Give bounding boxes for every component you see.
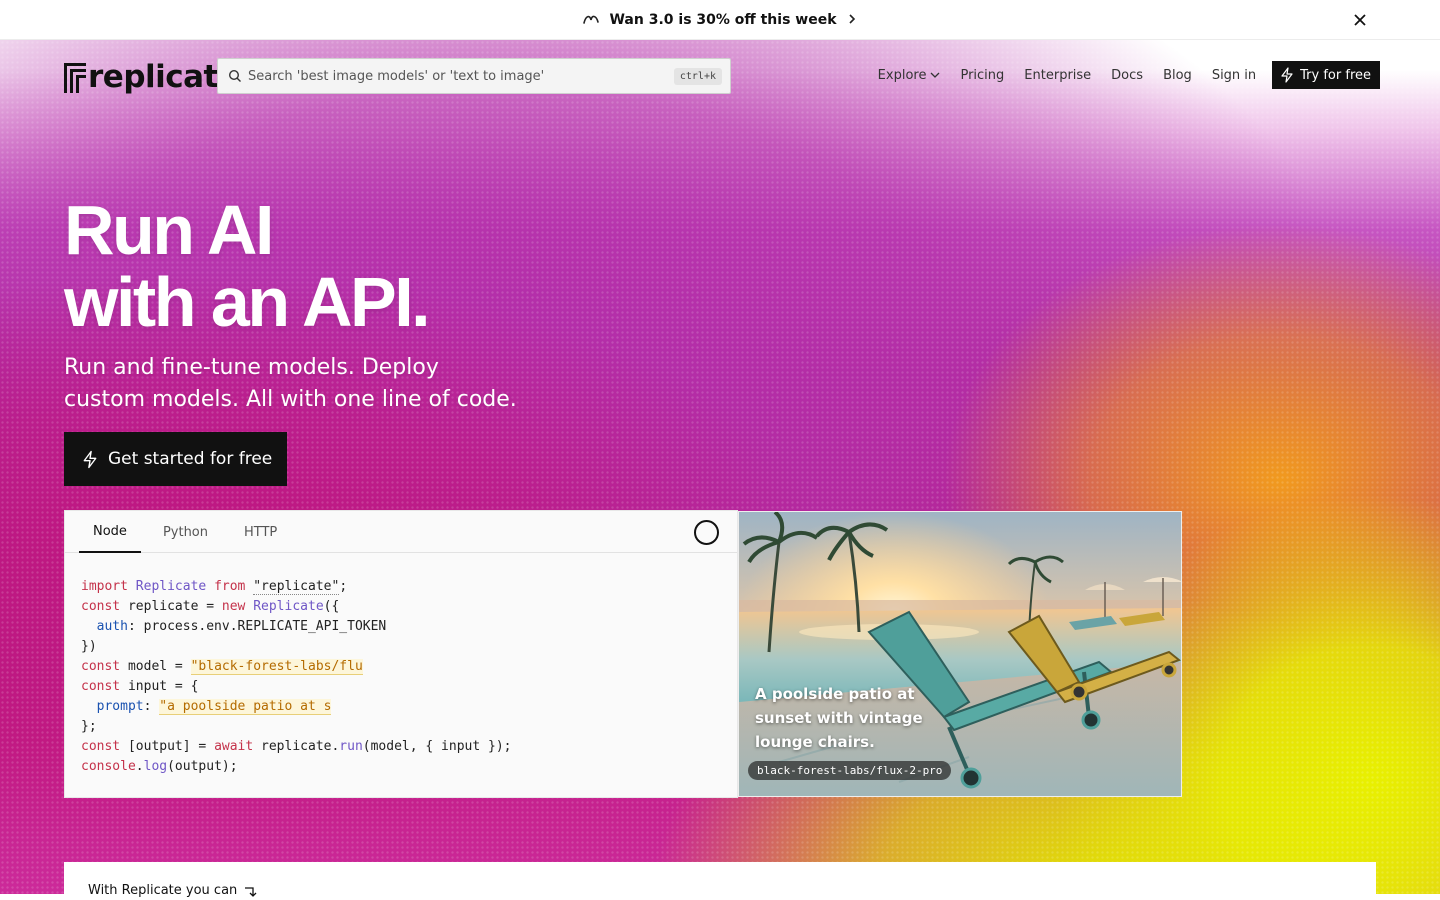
- model-string[interactable]: "black-forest-labs/flu: [190, 659, 363, 675]
- wan-logo-icon: [583, 10, 600, 29]
- hero-title: Run AI with an API.: [64, 191, 431, 341]
- model-tag[interactable]: black-forest-labs/flux-2-pro: [748, 761, 952, 780]
- nav-enterprise[interactable]: Enterprise: [1024, 68, 1091, 83]
- hero-subtitle-line-1: Run and fine-tune models. Deploy: [64, 355, 439, 380]
- nav-blog[interactable]: Blog: [1163, 68, 1192, 83]
- replicate-logo[interactable]: replicate: [64, 59, 239, 95]
- nav-links: Explore Pricing Enterprise Docs Blog Sig…: [858, 61, 1380, 89]
- code-snippet: import Replicate from "replicate"; const…: [81, 579, 512, 774]
- close-icon: [1354, 14, 1366, 26]
- chevron-down-icon: [931, 72, 940, 78]
- nav-sign-in[interactable]: Sign in: [1212, 68, 1256, 83]
- lightning-icon: [83, 450, 97, 468]
- prompt-string[interactable]: "a poolside patio at s: [159, 699, 332, 715]
- hero-subtitle-line-2: custom models. All with one line of code…: [64, 387, 517, 412]
- language-tabs: Node Python HTTP: [65, 511, 737, 553]
- close-announcement-button[interactable]: [1350, 10, 1370, 30]
- nav-pricing[interactable]: Pricing: [960, 68, 1004, 83]
- features-intro: With Replicate you can: [88, 883, 257, 898]
- features-card: With Replicate you can: [64, 862, 1376, 900]
- get-started-button[interactable]: Get started for free: [64, 432, 287, 486]
- search-shortcut-badge: ctrl+k: [673, 67, 722, 85]
- try-for-free-button[interactable]: Try for free: [1272, 61, 1380, 89]
- arrow-down-right-icon: [245, 886, 257, 897]
- replicate-logo-icon: [64, 63, 86, 93]
- chevron-right-icon: [847, 10, 857, 29]
- hero-subtitle: Run and fine-tune models. Deploy custom …: [64, 352, 584, 416]
- search-icon: [228, 69, 241, 82]
- loading-spinner-icon: [694, 520, 719, 545]
- tab-http[interactable]: HTTP: [230, 511, 291, 553]
- announcement-bar[interactable]: Wan 3.0 is 30% off this week: [0, 0, 1440, 40]
- search-input[interactable]: [248, 68, 674, 84]
- nav-explore[interactable]: Explore: [878, 68, 941, 83]
- image-caption: A poolside patio at sunset with vintage …: [755, 685, 923, 751]
- code-example-panel: Node Python HTTP import Replicate from "…: [64, 510, 738, 798]
- poolside-patio-image: [739, 512, 1181, 796]
- top-navigation: replicate ctrl+k Explore Pricing Enterpr…: [0, 40, 1440, 112]
- hero-title-line-2: with an API.: [64, 263, 431, 341]
- search-bar[interactable]: ctrl+k: [217, 58, 731, 94]
- generated-image-preview[interactable]: A poolside patio at sunset with vintage …: [738, 511, 1182, 797]
- announcement-text[interactable]: Wan 3.0 is 30% off this week: [609, 12, 836, 28]
- lightning-icon: [1281, 67, 1293, 83]
- logo-text: replicate: [88, 59, 239, 95]
- hero-title-line-1: Run AI: [64, 191, 274, 269]
- tab-node[interactable]: Node: [79, 511, 141, 553]
- tab-python[interactable]: Python: [149, 511, 222, 553]
- nav-docs[interactable]: Docs: [1111, 68, 1143, 83]
